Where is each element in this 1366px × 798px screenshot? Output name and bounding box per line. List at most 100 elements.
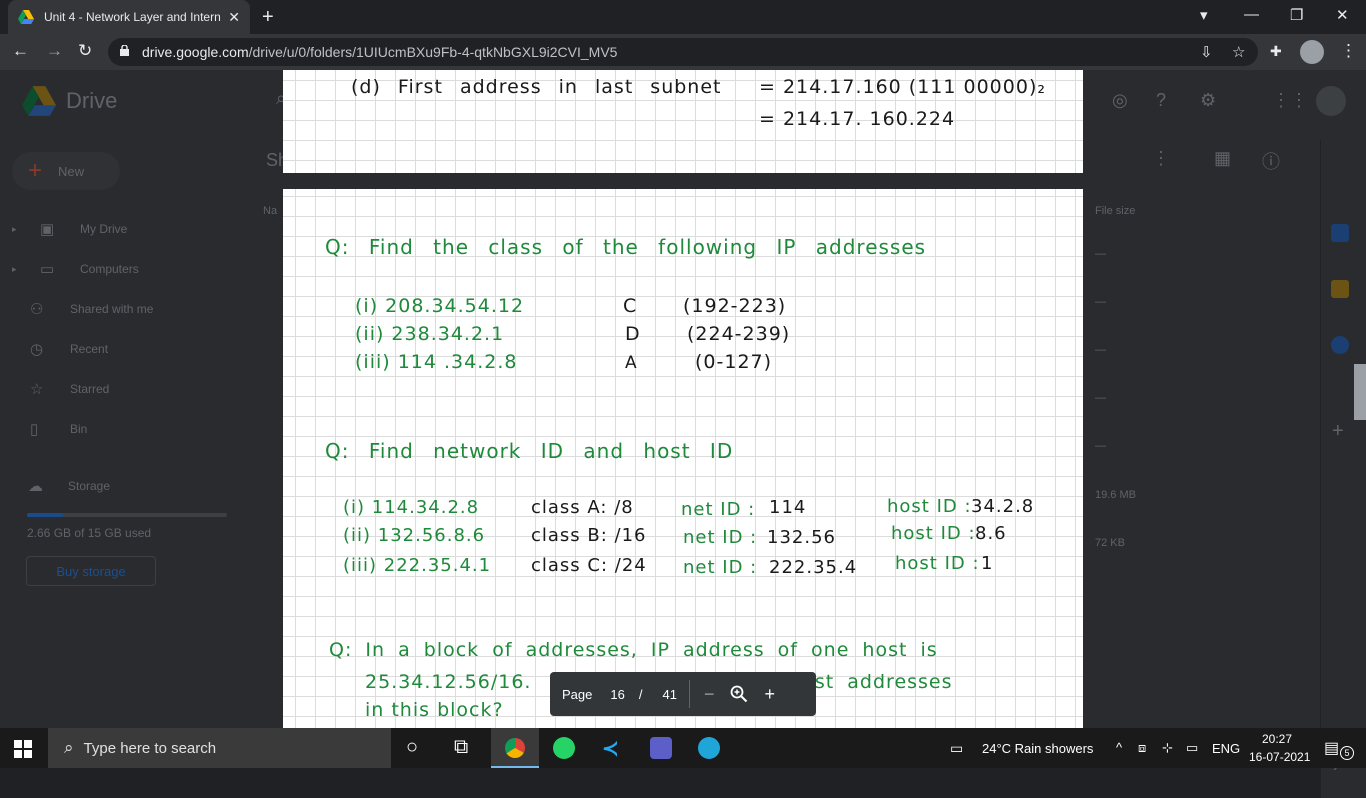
apps-grid-icon[interactable]: ⋮⋮ — [1272, 90, 1308, 111]
reload-icon[interactable]: ↻ — [78, 41, 92, 61]
grid-view-icon[interactable]: ▦ — [1214, 148, 1231, 169]
question-title: Q: Find network ID and host ID — [325, 439, 734, 463]
sidebar-item-starred[interactable]: ☆ Starred — [30, 380, 109, 398]
ip-class-prefix: class B: /16 — [531, 525, 647, 546]
weather-text[interactable]: 24°C Rain showers — [982, 741, 1093, 756]
offline-status-icon[interactable]: ◎ — [1112, 90, 1128, 111]
tab-close-icon[interactable]: ✕ — [228, 9, 240, 26]
vscode-icon[interactable]: ≺ — [602, 736, 619, 761]
show-hidden-icons-icon[interactable]: ^ — [1116, 740, 1122, 755]
drive-title: Drive — [66, 88, 118, 113]
file-size-cell: — — [1095, 296, 1106, 308]
sidebar-item-bin[interactable]: ▯ Bin — [30, 420, 87, 438]
sidebar-item-computers[interactable]: ▸ ▭ Computers — [12, 260, 139, 278]
meet-now-icon[interactable]: ⧈ — [1138, 740, 1146, 756]
notifications-icon[interactable]: ▤ — [1324, 738, 1339, 758]
account-avatar[interactable] — [1316, 86, 1346, 116]
sidebar-item-my-drive[interactable]: ▸ ▣ My Drive — [12, 220, 127, 238]
browser-menu-icon[interactable]: ⋮ — [1340, 41, 1357, 61]
settings-gear-icon[interactable]: ⚙ — [1200, 90, 1216, 111]
handwritten-line: (d) First address in last subnet — [351, 76, 722, 98]
new-button[interactable]: + New — [12, 152, 120, 190]
ip-class-prefix: class A: /8 — [531, 497, 634, 518]
weather-icon[interactable]: ▭ — [950, 740, 963, 757]
sidebar-item-label: My Drive — [80, 222, 128, 236]
add-addon-icon[interactable]: + — [1332, 420, 1344, 443]
current-page-input[interactable]: 16 — [610, 687, 624, 702]
info-icon[interactable]: ⓘ — [1262, 148, 1280, 174]
drive-logo: Drive — [22, 86, 117, 116]
scrollbar-thumb[interactable] — [1354, 364, 1366, 420]
ip-class-prefix: class C: /24 — [531, 555, 647, 576]
network-icon[interactable]: ⊹ — [1162, 740, 1173, 756]
ip-class: C — [623, 295, 638, 317]
file-size-cell: 19.6 MB — [1095, 489, 1136, 501]
plus-icon: + — [28, 157, 43, 184]
browser-tab-strip: Unit 4 - Network Layer and Intern ✕ + ▾ … — [0, 0, 1366, 34]
browser-toolbar: ← → ↻ drive.google.com/drive/u/0/folders… — [0, 34, 1366, 70]
net-id-label: net ID : — [683, 557, 758, 578]
minimize-icon[interactable]: — — [1244, 6, 1259, 23]
class-range: (192-223) — [683, 295, 787, 317]
profile-menu-icon[interactable]: ▾ — [1200, 6, 1208, 24]
sidebar-item-label: Shared with me — [70, 302, 154, 316]
sidebar-item-label: Starred — [70, 382, 110, 396]
battery-icon[interactable]: ▭ — [1186, 740, 1198, 756]
browser-tab[interactable]: Unit 4 - Network Layer and Intern ✕ — [8, 0, 250, 34]
new-tab-icon[interactable]: + — [262, 6, 274, 29]
bookmark-star-icon[interactable]: ☆ — [1232, 43, 1245, 61]
storage-bar-fill — [27, 513, 63, 517]
sidebar-item-shared[interactable]: ⚇ Shared with me — [30, 300, 153, 318]
sidebar-item-label: Recent — [70, 342, 109, 356]
name-column-header[interactable]: Na — [263, 205, 277, 217]
whatsapp-icon[interactable] — [553, 737, 575, 759]
edge-icon[interactable] — [698, 737, 720, 759]
forward-icon[interactable]: → — [46, 41, 63, 61]
tab-title: Unit 4 - Network Layer and Intern — [44, 10, 221, 24]
file-size-cell: — — [1095, 344, 1106, 356]
avatar[interactable] — [1300, 40, 1324, 64]
calendar-icon[interactable] — [1331, 224, 1349, 242]
restore-icon[interactable]: ❐ — [1290, 6, 1303, 24]
question-text: in this block? — [365, 699, 504, 721]
drive-logo-icon — [22, 86, 56, 116]
trash-icon: ▯ — [30, 421, 39, 438]
question-text: 25.34.12.56/16. — [365, 671, 532, 693]
back-icon[interactable]: ← — [12, 41, 29, 61]
windows-start-icon[interactable] — [14, 740, 32, 758]
sidebar-item-label: Computers — [80, 262, 139, 276]
teams-icon[interactable] — [650, 737, 672, 759]
taskbar-search-input[interactable]: ⌕ Type here to search — [48, 728, 391, 768]
close-window-icon[interactable]: ✕ — [1336, 6, 1349, 24]
pdf-page-previous: (d) First address in last subnet = 214.1… — [283, 70, 1083, 173]
net-id-value: 114 — [769, 497, 807, 518]
host-id-value: 34.2.8 — [971, 496, 1035, 517]
sidebar-item-storage[interactable]: ☁ Storage — [28, 477, 110, 495]
file-size-column-header[interactable]: File size — [1095, 205, 1135, 217]
help-icon[interactable]: ? — [1156, 90, 1166, 111]
address-bar[interactable]: drive.google.com/drive/u/0/folders/1UIUc… — [108, 38, 1258, 66]
keep-icon[interactable] — [1331, 280, 1349, 298]
ip-address: (ii) 132.56.8.6 — [343, 525, 486, 546]
sidebar-item-recent[interactable]: ◷ Recent — [30, 340, 108, 358]
zoom-icon[interactable] — [730, 685, 748, 703]
lock-icon — [120, 45, 129, 56]
task-view-icon[interactable]: ⧉ — [454, 736, 468, 759]
pdf-page-controls: Page 16 / 41 − + — [550, 672, 816, 716]
install-app-icon[interactable]: ⇩ — [1200, 43, 1213, 61]
extensions-icon[interactable]: ✚ — [1270, 43, 1282, 60]
handwritten-line: = 214.17.160 (111 00000)₂ — [759, 76, 1046, 98]
zoom-in-icon[interactable]: + — [764, 684, 775, 705]
clock-time[interactable]: 20:27 — [1262, 732, 1292, 746]
ip-address: (i) 208.34.54.12 — [355, 295, 525, 317]
zoom-out-icon[interactable]: − — [704, 684, 715, 705]
language-indicator[interactable]: ENG — [1212, 741, 1240, 756]
cortana-icon[interactable]: ○ — [406, 736, 418, 759]
tasks-icon[interactable] — [1331, 336, 1349, 354]
clock-date[interactable]: 16-07-2021 — [1249, 750, 1310, 764]
star-icon: ☆ — [30, 381, 44, 398]
chrome-taskbar-button[interactable] — [491, 728, 539, 768]
more-options-icon[interactable]: ⋮ — [1152, 148, 1170, 169]
cloud-icon: ☁ — [28, 478, 43, 495]
buy-storage-button[interactable]: Buy storage — [26, 556, 156, 586]
